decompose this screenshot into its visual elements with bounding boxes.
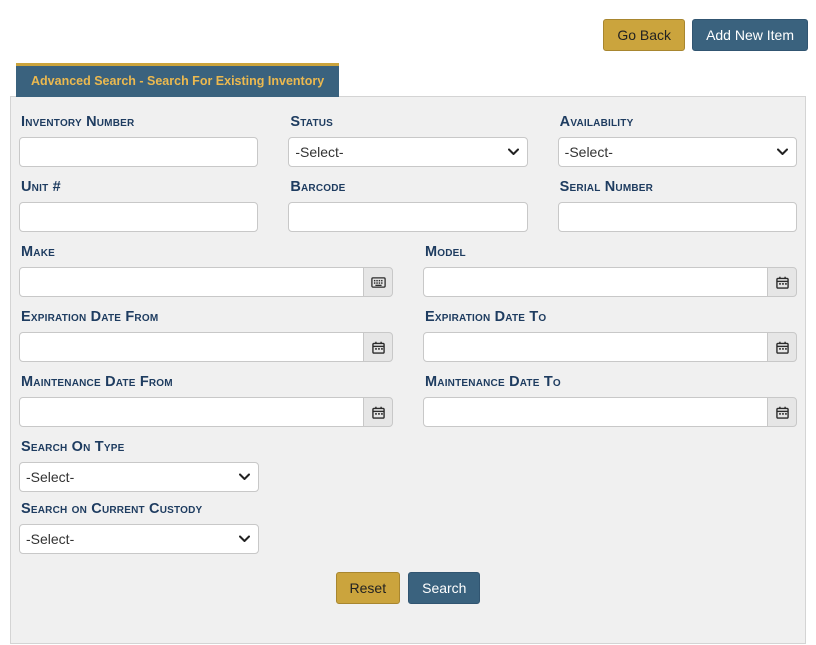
model-input[interactable] xyxy=(423,267,768,297)
unit-number-input[interactable] xyxy=(19,202,258,232)
status-field: Status -Select- xyxy=(288,105,527,167)
unit-number-label: Unit # xyxy=(21,179,256,195)
search-on-current-custody-select[interactable]: -Select- xyxy=(19,524,259,554)
maintenance-date-to-calendar-button[interactable] xyxy=(767,397,797,427)
model-field: Model xyxy=(423,235,797,297)
calendar-icon xyxy=(776,341,789,354)
calendar-icon xyxy=(372,406,385,419)
inventory-number-field: Inventory Number xyxy=(19,105,258,167)
expiration-date-to-calendar-button[interactable] xyxy=(767,332,797,362)
availability-field: Availability -Select- xyxy=(558,105,797,167)
search-on-type-field: Search On Type -Select- xyxy=(19,439,259,492)
expiration-date-to-field: Expiration Date To xyxy=(423,300,797,362)
make-input[interactable] xyxy=(19,267,364,297)
model-calendar-button[interactable] xyxy=(767,267,797,297)
maintenance-date-from-calendar-button[interactable] xyxy=(363,397,393,427)
expiration-date-to-input[interactable] xyxy=(423,332,768,362)
serial-number-label: Serial Number xyxy=(560,179,795,195)
barcode-field: Barcode xyxy=(288,170,527,232)
inventory-number-input[interactable] xyxy=(19,137,258,167)
make-label: Make xyxy=(21,244,391,260)
search-on-type-select[interactable]: -Select- xyxy=(19,462,259,492)
advanced-search-panel: Inventory Number Status -Select- Availab… xyxy=(10,96,806,644)
top-toolbar: Go Back Add New Item xyxy=(0,0,816,51)
expiration-date-to-label: Expiration Date To xyxy=(425,309,795,325)
expiration-date-from-label: Expiration Date From xyxy=(21,309,391,325)
search-on-current-custody-field: Search on Current Custody -Select- xyxy=(19,501,259,554)
calendar-icon xyxy=(776,406,789,419)
maintenance-date-from-label: Maintenance Date From xyxy=(21,374,391,390)
expiration-date-from-calendar-button[interactable] xyxy=(363,332,393,362)
tab-advanced-search[interactable]: Advanced Search - Search For Existing In… xyxy=(16,63,339,97)
model-label: Model xyxy=(425,244,795,260)
inventory-number-label: Inventory Number xyxy=(21,114,256,130)
expiration-date-from-field: Expiration Date From xyxy=(19,300,393,362)
maintenance-date-to-label: Maintenance Date To xyxy=(425,374,795,390)
serial-number-input[interactable] xyxy=(558,202,797,232)
go-back-button[interactable]: Go Back xyxy=(603,19,685,51)
barcode-input[interactable] xyxy=(288,202,527,232)
make-field: Make xyxy=(19,235,393,297)
maintenance-date-to-input[interactable] xyxy=(423,397,768,427)
tab-strip: Advanced Search - Search For Existing In… xyxy=(16,63,816,96)
maintenance-date-from-input[interactable] xyxy=(19,397,364,427)
form-row-5: Maintenance Date From xyxy=(19,365,797,430)
reset-button[interactable]: Reset xyxy=(336,572,401,604)
form-row-1: Inventory Number Status -Select- Availab… xyxy=(19,105,797,170)
status-select[interactable]: -Select- xyxy=(288,137,527,167)
serial-number-field: Serial Number xyxy=(558,170,797,232)
maintenance-date-from-field: Maintenance Date From xyxy=(19,365,393,427)
add-new-item-button[interactable]: Add New Item xyxy=(692,19,808,51)
calendar-icon xyxy=(776,276,789,289)
search-on-current-custody-label: Search on Current Custody xyxy=(21,501,257,517)
search-button[interactable]: Search xyxy=(408,572,480,604)
keyboard-icon xyxy=(371,277,386,288)
availability-label: Availability xyxy=(560,114,795,130)
form-actions: Reset Search xyxy=(19,572,797,604)
barcode-label: Barcode xyxy=(290,179,525,195)
availability-select[interactable]: -Select- xyxy=(558,137,797,167)
expiration-date-from-input[interactable] xyxy=(19,332,364,362)
status-label: Status xyxy=(290,114,525,130)
make-keyboard-button[interactable] xyxy=(363,267,393,297)
calendar-icon xyxy=(372,341,385,354)
maintenance-date-to-field: Maintenance Date To xyxy=(423,365,797,427)
form-row-4: Expiration Date From xyxy=(19,300,797,365)
form-row-2: Unit # Barcode Serial Number xyxy=(19,170,797,235)
search-on-type-label: Search On Type xyxy=(21,439,257,455)
form-row-3: Make xyxy=(19,235,797,300)
unit-number-field: Unit # xyxy=(19,170,258,232)
